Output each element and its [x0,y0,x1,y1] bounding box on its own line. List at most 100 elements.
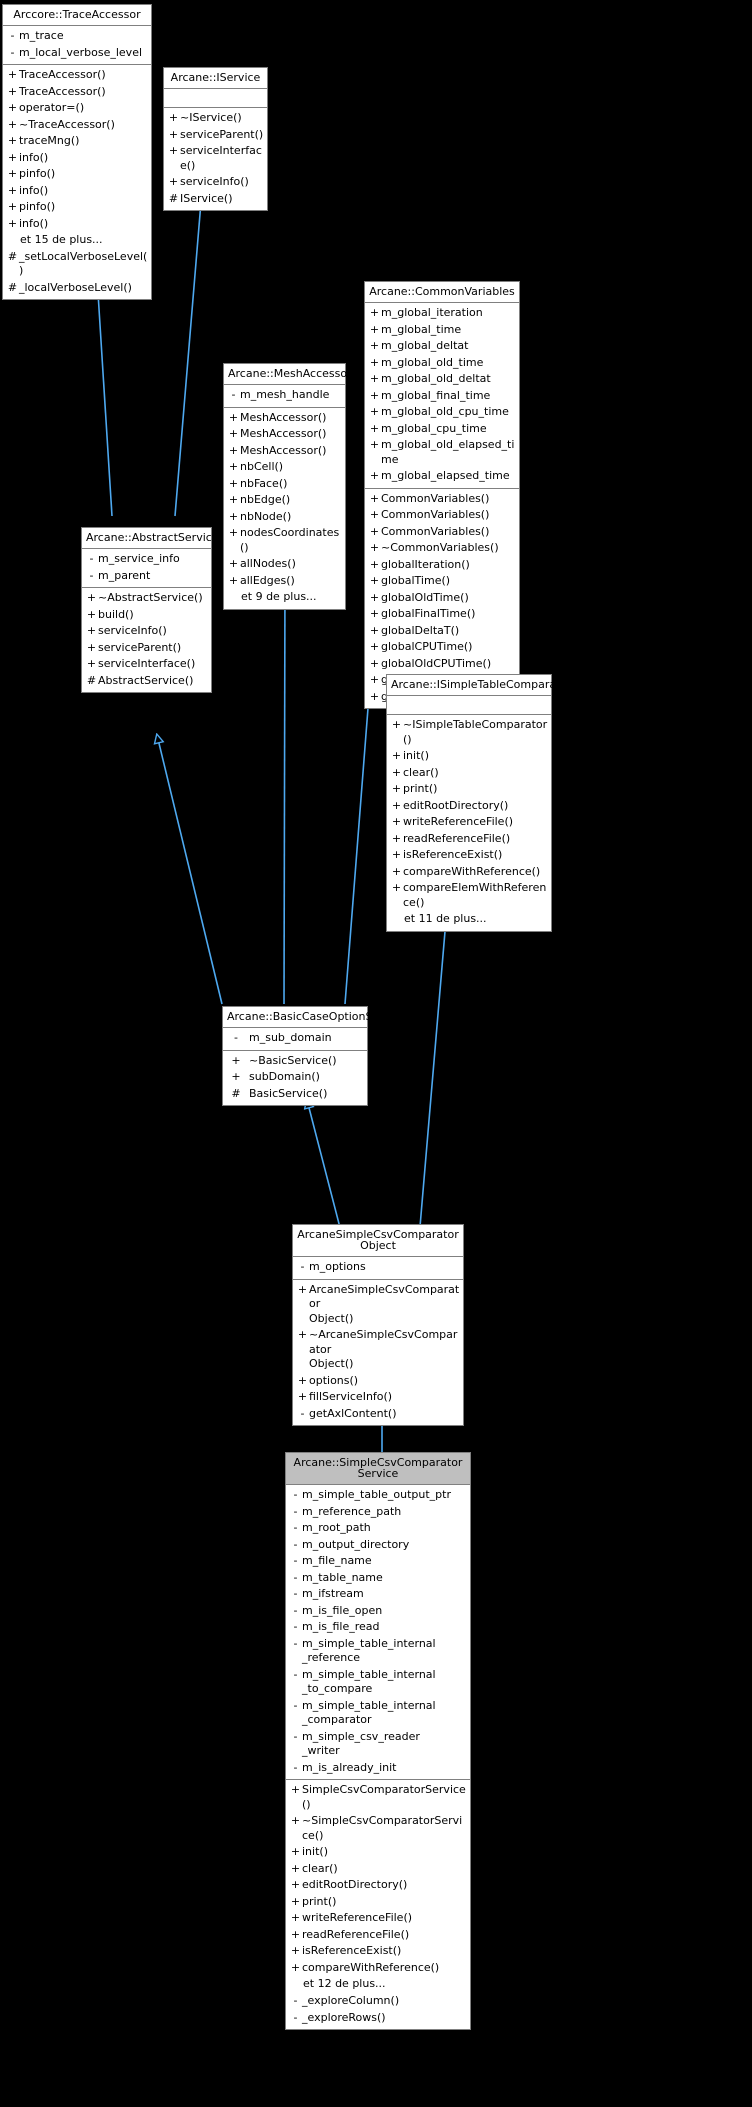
class-node-common-variables[interactable]: Arcane::CommonVariables + m_global_itera… [364,281,520,710]
visibility-marker: + [369,673,380,687]
attribute-row: + m_global_deltat [365,338,519,355]
visibility-marker: # [231,1086,241,1100]
member-name: CommonVariables() [381,508,490,522]
visibility-marker: + [231,1053,241,1067]
attribute-row: - m_local_verbose_level [3,45,151,62]
class-node-isimple-table-comparator[interactable]: Arcane::ISimpleTableComparator + ~ISimpl… [386,674,572,932]
class-node-abstract-service[interactable]: Arcane::AbstractService - m_service_info… [81,527,219,694]
operations-compartment: + TraceAccessor() + TraceAccessor() + op… [3,65,151,299]
attribute-row: - m_mesh_handle [224,387,345,404]
visibility-marker: - [293,1521,298,1535]
attribute-row: + m_global_old_elapsed_time [365,437,519,468]
attribute-row: - m_is_file_read [286,1619,470,1636]
member-name: TraceAccessor() [19,68,106,82]
visibility-marker: + [7,84,18,98]
member-name: globalDeltaT() [381,623,460,637]
visibility-marker: + [369,541,380,555]
visibility-marker: + [86,591,97,605]
visibility-marker: # [7,280,18,294]
member-name: MeshAccessor() [240,410,327,424]
attribute-row: - m_is_file_open [286,1603,470,1620]
operation-row: + globalOldCPUTime() [365,656,519,673]
attributes-compartment: - m_mesh_handle [224,385,345,408]
operation-row: # BasicService() [223,1086,367,1103]
visibility-marker: - [89,568,94,582]
class-title: Arcane::IService [164,68,267,89]
attribute-row: - m_service_info [82,551,211,568]
visibility-marker: + [369,355,380,369]
visibility-marker: - [293,2010,298,2024]
member-name: options() [309,1373,359,1387]
member-name: _setLocalVerboseLevel() [19,249,148,278]
visibility-marker: - [293,1554,298,1568]
member-name: init() [403,749,429,763]
visibility-marker: + [369,469,380,483]
more-members-row: et 9 de plus... [224,589,345,606]
class-title: Arcane::SimpleCsvComparator Service [286,1453,470,1485]
operation-row: # AbstractService() [82,673,211,690]
attribute-row: - m_parent [82,568,211,585]
operation-row: + editRootDirectory() [286,1877,470,1894]
visibility-marker: - [293,1993,298,2007]
visibility-marker: + [391,782,402,796]
operation-row: + MeshAccessor() [224,426,345,443]
member-name: writeReferenceFile() [403,815,514,829]
operation-row: + serviceInterface() [164,143,267,174]
class-node-trace-accessor[interactable]: Arccore::TraceAccessor - m_trace - m_loc… [2,4,152,301]
member-name: m_simple_csv_reader _writer [302,1729,420,1758]
edge-csvobject-isimpletablecomparator [415,896,448,1275]
visibility-marker: + [86,640,97,654]
attribute-row: + m_global_old_time [365,355,519,372]
visibility-marker: + [369,574,380,588]
visibility-marker: - [300,1406,305,1420]
class-node-arcane-simple-csv-comparator-object[interactable]: ArcaneSimpleCsvComparator Object - m_opt… [292,1224,464,1427]
visibility-marker: + [168,175,179,189]
operation-row: + options() [293,1373,463,1390]
class-node-simple-csv-comparator-service[interactable]: Arcane::SimpleCsvComparator Service - m_… [285,1452,471,2031]
attribute-row: - m_output_directory [286,1537,470,1554]
operation-row: + globalIteration() [365,557,519,574]
member-name: m_reference_path [302,1504,402,1518]
visibility-marker: + [369,689,380,703]
member-name: m_file_name [302,1554,372,1568]
visibility-marker: + [231,1070,241,1084]
visibility-marker: + [7,216,18,230]
class-node-iservice[interactable]: Arcane::IService + ~IService() + service… [163,67,268,212]
member-name: readReferenceFile() [302,1927,410,1941]
visibility-marker: + [290,1944,301,1958]
member-name: m_global_old_deltat [381,372,491,386]
visibility-marker: - [293,1504,298,1518]
member-name: build() [98,607,134,621]
member-name: m_mesh_handle [240,388,330,401]
operation-row: + clear() [286,1861,470,1878]
operations-compartment: + ~IService() + serviceParent() + servic… [164,108,267,210]
visibility-marker: + [290,1911,301,1925]
attribute-row: + m_global_cpu_time [365,421,519,438]
operation-row: + writeReferenceFile() [286,1910,470,1927]
visibility-marker: + [168,111,179,124]
attribute-row: + m_global_old_cpu_time [365,404,519,421]
class-node-mesh-accessor[interactable]: Arcane::MeshAccessor - m_mesh_handle + M… [223,363,352,610]
member-name: m_root_path [302,1521,371,1535]
more-members-row: et 12 de plus... [286,1976,470,1993]
member-name: BasicService() [249,1086,328,1100]
operation-row: + nbEdge() [224,492,345,509]
operation-row: + subDomain() [223,1069,367,1086]
attributes-compartment: + m_global_iteration + m_global_time + m… [365,303,519,489]
visibility-marker: - [300,1260,305,1273]
visibility-marker: + [297,1328,308,1342]
class-node-basic-case-option-service[interactable]: Arcane::BasicCaseOptionService - m_sub_d… [222,1006,406,1107]
visibility-marker: + [7,117,18,131]
visibility-marker: + [391,718,402,731]
visibility-marker: + [369,405,380,419]
operation-row: + serviceInfo() [82,623,211,640]
visibility-marker: + [290,1878,301,1892]
member-name: m_is_already_init [302,1760,397,1774]
visibility-marker: + [7,200,18,214]
class-title: Arcane::ISimpleTableComparator [387,675,572,696]
visibility-marker: + [369,438,380,452]
operation-row: + nbCell() [224,459,345,476]
attributes-compartment: - m_simple_table_output_ptr - m_referenc… [286,1485,470,1781]
operation-row: + ~TraceAccessor() [3,117,151,134]
operation-row: + CommonVariables() [365,524,519,541]
